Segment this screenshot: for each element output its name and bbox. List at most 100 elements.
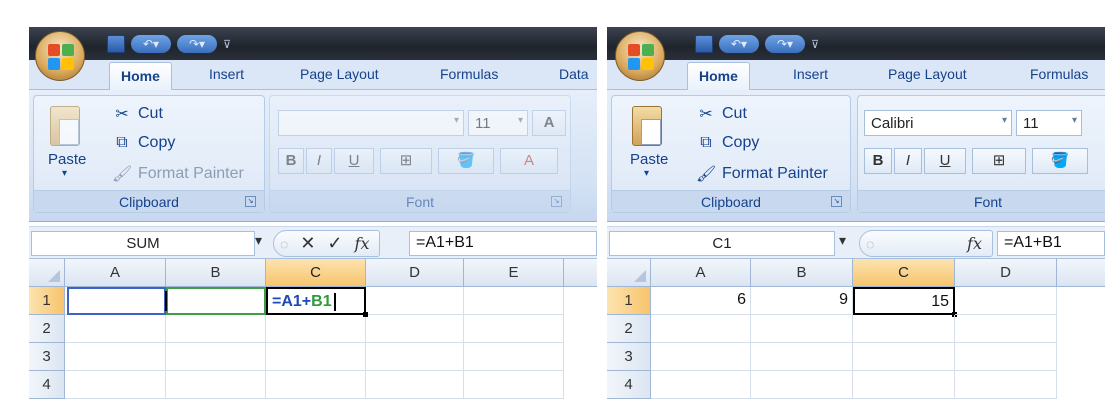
cut-button[interactable]: ✂ Cut [112, 104, 163, 124]
row-header-4[interactable]: 4 [607, 371, 651, 399]
name-box-dropdown-icon[interactable]: ▾ [839, 232, 846, 249]
column-header-a[interactable]: A [651, 259, 751, 287]
row-header-2[interactable]: 2 [29, 315, 65, 343]
cell-e2[interactable] [464, 315, 564, 343]
cell-a2[interactable] [651, 315, 751, 343]
cell-d1[interactable] [366, 287, 464, 315]
tab-formulas[interactable]: Formulas [440, 66, 498, 82]
column-header-c[interactable]: C [853, 259, 955, 287]
redo-icon[interactable]: ↷▾ [177, 35, 217, 53]
bold-button[interactable]: B [864, 148, 892, 174]
paste-button-label[interactable]: Paste [630, 151, 668, 168]
clipboard-launcher-icon[interactable]: ↘ [245, 196, 256, 207]
font-size-combo[interactable]: 11 ▾ [468, 110, 528, 136]
tab-page-layout[interactable]: Page Layout [888, 66, 967, 82]
font-size-combo[interactable]: 11 ▾ [1016, 110, 1082, 136]
cell-b2[interactable] [751, 315, 853, 343]
function-icon[interactable]: fx [355, 234, 370, 253]
save-icon[interactable] [695, 35, 713, 53]
cell-d2[interactable] [955, 315, 1057, 343]
tab-home[interactable]: Home [109, 62, 172, 91]
tab-data[interactable]: Data [559, 66, 589, 82]
cell-b2[interactable] [166, 315, 266, 343]
column-header-a[interactable]: A [65, 259, 166, 287]
save-icon[interactable] [107, 35, 125, 53]
cell-a1[interactable]: 6 [651, 287, 751, 315]
column-header-d[interactable]: D [366, 259, 464, 287]
row-header-4[interactable]: 4 [29, 371, 65, 399]
bold-button[interactable]: B [278, 148, 304, 174]
font-launcher-icon[interactable]: ↘ [551, 196, 562, 207]
column-header-f[interactable] [564, 259, 597, 287]
cell-a4[interactable] [65, 371, 166, 399]
column-header-e[interactable] [1057, 259, 1105, 287]
cell-b4[interactable] [751, 371, 853, 399]
borders-button[interactable]: ⊞ [972, 148, 1026, 174]
cell-d4[interactable] [366, 371, 464, 399]
font-color-button[interactable]: A [500, 148, 558, 174]
name-box-dropdown-icon[interactable]: ▾ [255, 232, 262, 249]
borders-button[interactable]: ⊞ [380, 148, 432, 174]
copy-button[interactable]: ⧉ Copy [112, 134, 175, 152]
paste-icon[interactable] [50, 106, 80, 146]
cell-d3[interactable] [955, 343, 1057, 371]
tab-insert[interactable]: Insert [793, 66, 828, 82]
fill-color-button[interactable]: 🪣 [438, 148, 494, 174]
range-handle[interactable] [165, 291, 167, 311]
cell-d2[interactable] [366, 315, 464, 343]
font-size-dropdown-icon[interactable]: ▾ [518, 115, 523, 126]
formula-input[interactable]: =A1+B1 [409, 231, 597, 256]
font-name-dropdown-icon[interactable]: ▾ [1002, 115, 1007, 126]
cell-e3[interactable] [464, 343, 564, 371]
cell-c1[interactable]: 15 [853, 287, 955, 315]
cell-c2[interactable] [266, 315, 366, 343]
cell-c3[interactable] [853, 343, 955, 371]
font-name-combo[interactable]: ▾ [278, 110, 464, 136]
cell-c2[interactable] [853, 315, 955, 343]
tab-home[interactable]: Home [687, 62, 750, 91]
copy-button[interactable]: ⧉ Copy [696, 134, 759, 152]
office-button-icon[interactable] [35, 31, 85, 81]
cell-d4[interactable] [955, 371, 1057, 399]
select-all-corner[interactable] [607, 259, 651, 287]
cell-a4[interactable] [651, 371, 751, 399]
grow-font-button[interactable]: A [532, 110, 566, 136]
row-header-3[interactable]: 3 [607, 343, 651, 371]
cell-e1[interactable] [464, 287, 564, 315]
row-header-1[interactable]: 1 [29, 287, 65, 315]
cell-a3[interactable] [651, 343, 751, 371]
function-icon[interactable]: fx [967, 234, 982, 253]
cell-b3[interactable] [166, 343, 266, 371]
format-painter-button[interactable]: 🖌 Format Painter [696, 164, 828, 184]
italic-button[interactable]: I [306, 148, 332, 174]
cell-a3[interactable] [65, 343, 166, 371]
row-header-1[interactable]: 1 [607, 287, 651, 315]
select-all-corner[interactable] [29, 259, 65, 287]
customize-toolbar-icon[interactable]: ⊽ [811, 38, 819, 51]
cell-c3[interactable] [266, 343, 366, 371]
cell-a2[interactable] [65, 315, 166, 343]
cell-e4[interactable] [464, 371, 564, 399]
font-name-combo[interactable]: Calibri ▾ [864, 110, 1012, 136]
paste-button-label[interactable]: Paste [48, 151, 86, 168]
row-header-3[interactable]: 3 [29, 343, 65, 371]
name-box[interactable]: C1 [609, 231, 835, 256]
tab-insert[interactable]: Insert [209, 66, 244, 82]
cell-d1[interactable] [955, 287, 1057, 315]
italic-button[interactable]: I [894, 148, 922, 174]
font-name-dropdown-icon[interactable]: ▾ [454, 115, 459, 126]
formula-input[interactable]: =A1+B1 [997, 231, 1105, 256]
underline-button[interactable]: U [924, 148, 966, 174]
cell-b4[interactable] [166, 371, 266, 399]
paste-dropdown-icon[interactable]: ▾ [644, 168, 649, 179]
cut-button[interactable]: ✂ Cut [696, 104, 747, 124]
cancel-icon[interactable]: ✕ [300, 233, 315, 254]
paste-icon[interactable] [632, 106, 662, 146]
customize-toolbar-icon[interactable]: ⊽ [223, 38, 231, 51]
format-painter-button[interactable]: 🖌 Format Painter [112, 164, 244, 184]
cell-b3[interactable] [751, 343, 853, 371]
undo-icon[interactable]: ↶▾ [131, 35, 171, 53]
column-header-e[interactable]: E [464, 259, 564, 287]
font-size-dropdown-icon[interactable]: ▾ [1072, 115, 1077, 126]
undo-icon[interactable]: ↶▾ [719, 35, 759, 53]
